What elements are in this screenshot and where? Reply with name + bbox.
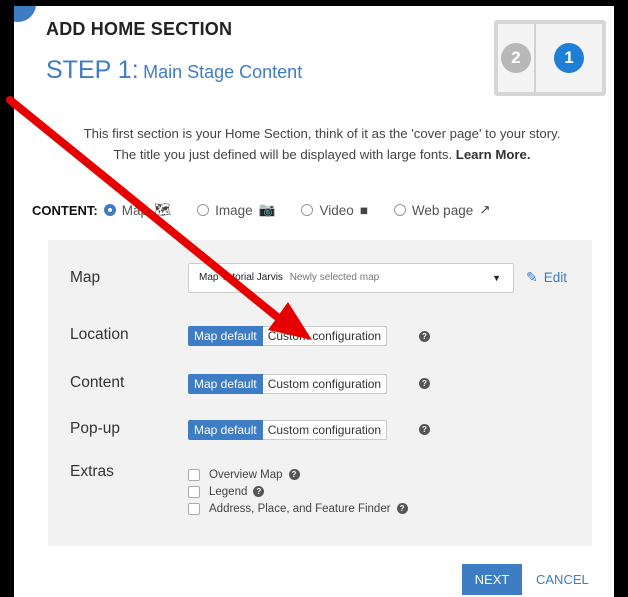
content-custom-config-button[interactable]: Custom configuration — [262, 374, 388, 394]
section-2-badge: 2 — [501, 43, 531, 73]
map-row-label: Map — [70, 269, 101, 286]
dropdown-caret-icon: ▼ — [492, 273, 501, 283]
external-link-icon: ↗ — [479, 202, 491, 217]
dialog-title: ADD HOME SECTION — [46, 19, 233, 39]
map-select-note: Newly selected map — [289, 272, 380, 283]
intro-text: This first section is your Home Section,… — [42, 123, 602, 165]
webpage-radio[interactable] — [393, 204, 406, 216]
finder-checkbox[interactable] — [188, 502, 200, 515]
content-help-icon[interactable]: ? — [419, 378, 430, 389]
map-select-value: Map Tutorial Jarvis — [199, 272, 283, 283]
finder-label: Address, Place, and Feature Finder — [209, 502, 391, 515]
content-option-map[interactable]: Map 🗺 — [103, 202, 172, 218]
content-toggle: Map default Custom configuration — [188, 374, 388, 394]
next-button[interactable]: NEXT — [462, 564, 522, 595]
image-option-label: Image — [215, 202, 253, 218]
legend-checkbox[interactable] — [188, 485, 200, 498]
content-option-video[interactable]: Video ■ — [301, 202, 368, 218]
step-title: STEP 1: Main Stage Content — [46, 56, 302, 85]
edit-map-link[interactable]: ✎ Edit — [526, 269, 567, 286]
intro-line-2: The title you just defined will be displ… — [113, 147, 453, 162]
location-help-icon[interactable]: ? — [419, 331, 430, 342]
content-row-label: Content — [70, 374, 125, 391]
overview-map-help-icon[interactable]: ? — [288, 469, 300, 480]
learn-more-link[interactable]: Learn More. — [456, 147, 531, 162]
video-radio[interactable] — [301, 204, 314, 216]
extra-finder[interactable]: Address, Place, and Feature Finder ? — [188, 500, 408, 517]
popup-help-icon[interactable]: ? — [419, 424, 430, 435]
video-icon: ■ — [359, 202, 368, 218]
legend-help-icon[interactable]: ? — [253, 486, 265, 497]
map-select[interactable]: Map Tutorial Jarvis Newly selected map ▼ — [188, 263, 514, 293]
legend-label: Legend — [209, 485, 248, 498]
content-label: CONTENT: — [32, 202, 98, 218]
finder-help-icon[interactable]: ? — [396, 503, 408, 514]
step-number: STEP 1: — [46, 56, 139, 84]
edit-icon: ✎ — [526, 269, 538, 285]
location-row-label: Location — [70, 326, 129, 343]
extras-row-label: Extras — [70, 463, 114, 480]
content-option-image[interactable]: Image 📷 — [197, 202, 275, 218]
map-radio[interactable] — [103, 204, 116, 216]
popup-custom-config-button[interactable]: Custom configuration — [262, 420, 388, 440]
section-1-badge: 1 — [554, 43, 584, 73]
cancel-button[interactable]: CANCEL — [536, 564, 589, 595]
content-type-selector: CONTENT: Map 🗺 Image 📷 Video ■ Web page … — [32, 202, 612, 218]
location-map-default-button[interactable]: Map default — [188, 326, 263, 346]
extra-legend[interactable]: Legend ? — [188, 483, 408, 500]
map-settings-panel: Map Map Tutorial Jarvis Newly selected m… — [48, 240, 592, 546]
overview-map-checkbox[interactable] — [188, 468, 200, 481]
corner-badge — [14, 6, 36, 22]
popup-map-default-button[interactable]: Map default — [188, 420, 263, 440]
video-option-label: Video — [319, 202, 354, 218]
overview-map-label: Overview Map — [209, 468, 283, 481]
map-option-label: Map — [121, 202, 148, 218]
map-icon: 🗺 — [153, 202, 172, 217]
location-toggle: Map default Custom configuration — [188, 326, 388, 346]
layout-divider — [534, 24, 536, 92]
content-map-default-button[interactable]: Map default — [188, 374, 263, 394]
intro-line-1: This first section is your Home Section,… — [83, 126, 561, 141]
image-radio[interactable] — [197, 204, 210, 216]
extra-overview-map[interactable]: Overview Map ? — [188, 466, 408, 483]
webpage-option-label: Web page — [411, 202, 474, 218]
add-home-section-dialog: ADD HOME SECTION STEP 1: Main Stage Cont… — [14, 6, 614, 597]
popup-toggle: Map default Custom configuration — [188, 420, 388, 440]
edit-label: Edit — [543, 270, 567, 285]
layout-thumbnail: 2 1 — [494, 20, 606, 96]
camera-icon: 📷 — [258, 202, 276, 217]
extras-list: Overview Map ? Legend ? Address, Place, … — [188, 466, 408, 517]
step-subtitle: Main Stage Content — [143, 62, 303, 82]
location-custom-config-button[interactable]: Custom configuration — [262, 326, 388, 346]
popup-row-label: Pop-up — [70, 420, 120, 437]
content-option-webpage[interactable]: Web page ↗ — [393, 202, 491, 218]
